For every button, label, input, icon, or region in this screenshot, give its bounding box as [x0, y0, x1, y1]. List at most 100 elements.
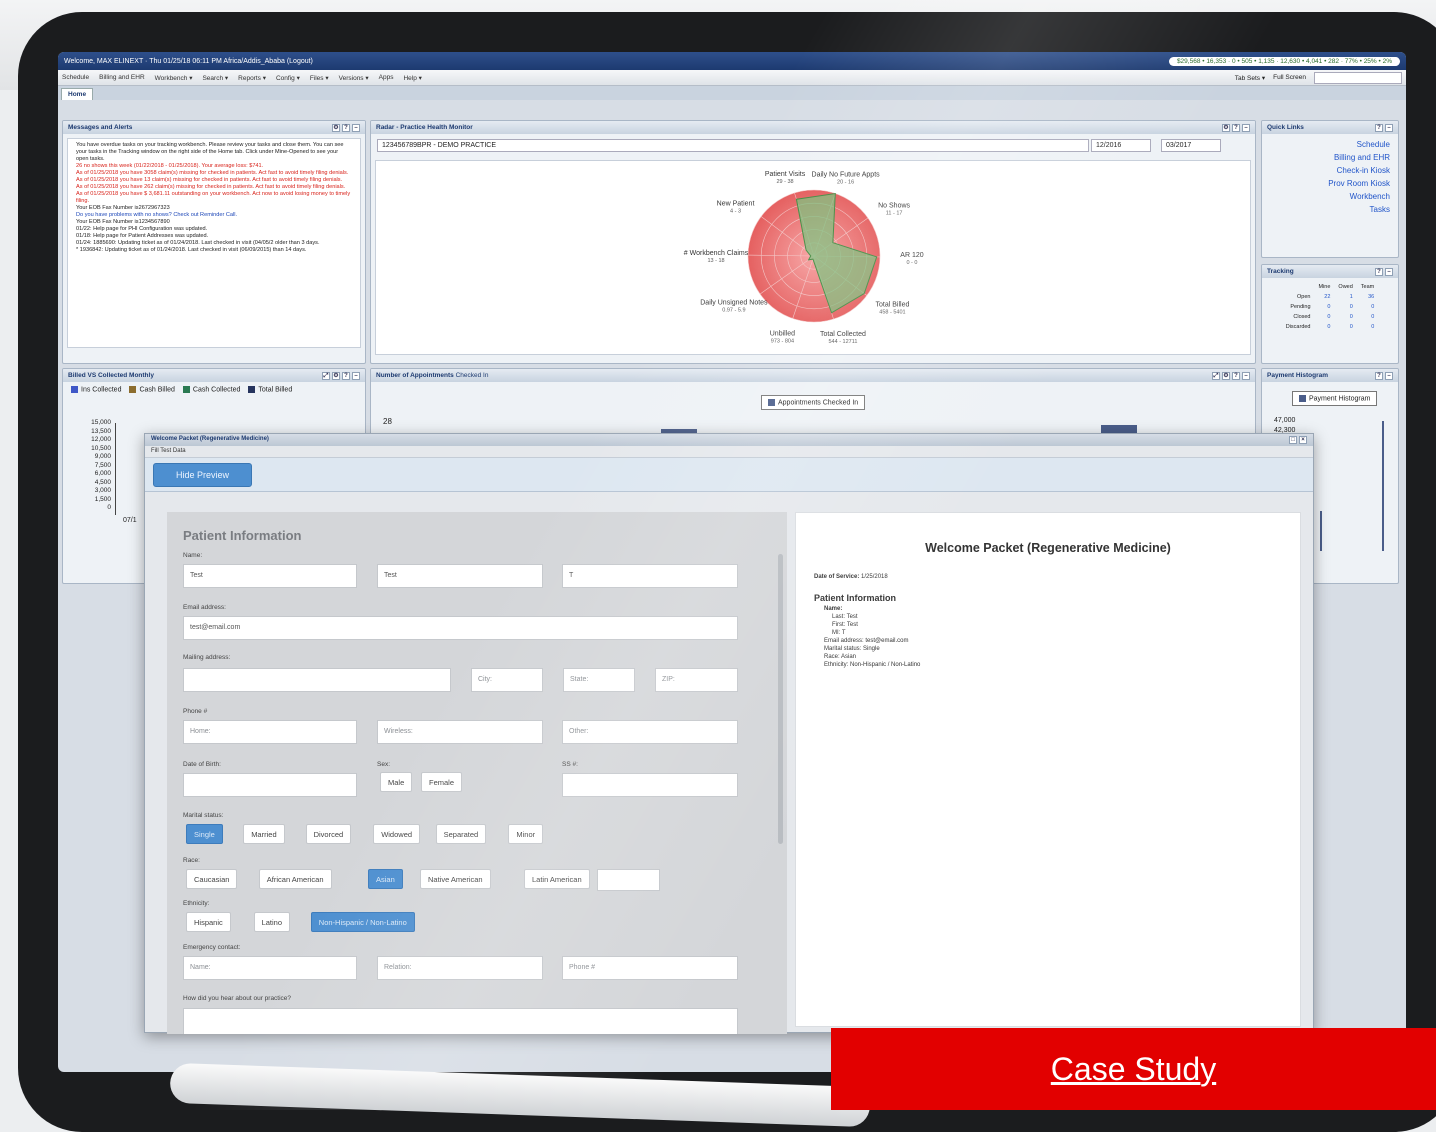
practice-select[interactable]: 123456789BPR - DEMO PRACTICE	[377, 139, 1089, 152]
tracking-count[interactable]: 0	[1334, 322, 1356, 332]
marital-option[interactable]: Single	[186, 824, 223, 844]
wireless-phone-field[interactable]: Wireless:	[377, 720, 543, 744]
tracking-count[interactable]: 0	[1315, 302, 1335, 312]
quick-link[interactable]: Check-in Kiosk	[1262, 164, 1398, 177]
last-name-field[interactable]: Test	[183, 564, 357, 588]
state-field[interactable]: State:	[563, 668, 635, 692]
tracking-count[interactable]: 22	[1315, 292, 1335, 302]
quick-link[interactable]: Billing and EHR	[1262, 151, 1398, 164]
tracking-count[interactable]: 0	[1334, 312, 1356, 322]
date-from-input[interactable]: 12/2016	[1091, 139, 1151, 152]
case-study-banner[interactable]: Case Study	[831, 1028, 1436, 1110]
settings-icon[interactable]: ⚙	[332, 372, 340, 380]
search-input[interactable]	[1314, 71, 1402, 84]
form-scrollbar[interactable]	[778, 554, 783, 844]
hear-about-field[interactable]	[183, 1008, 738, 1034]
minimize-icon[interactable]: –	[1242, 124, 1250, 132]
city-field[interactable]: City:	[471, 668, 543, 692]
race-option[interactable]: African American	[258, 869, 332, 889]
menu-help[interactable]: Help ▾	[403, 74, 421, 82]
ethnicity-option[interactable]: Latino	[253, 912, 291, 932]
middle-initial-field[interactable]: T	[562, 564, 738, 588]
help-icon[interactable]: ?	[342, 372, 350, 380]
tracking-count[interactable]: 0	[1315, 312, 1335, 322]
ethnicity-option[interactable]: Non-Hispanic / Non-Latino	[310, 912, 415, 932]
race-option[interactable]: Caucasian	[186, 869, 238, 889]
expand-icon[interactable]: ⤢	[322, 372, 330, 380]
marital-option[interactable]: Minor	[508, 824, 544, 844]
quick-link[interactable]: Workbench	[1262, 190, 1398, 203]
mailing-address-field[interactable]	[183, 668, 451, 692]
minimize-icon[interactable]: –	[1385, 124, 1393, 132]
welcome-text[interactable]: Welcome, MAX ELINEXT · Thu 01/25/18 06:1…	[64, 58, 313, 65]
menu-config[interactable]: Config ▾	[276, 74, 300, 82]
settings-icon[interactable]: ⚙	[1222, 372, 1230, 380]
minimize-icon[interactable]: –	[352, 124, 360, 132]
marital-option[interactable]: Married	[243, 824, 285, 844]
marital-option[interactable]: Divorced	[305, 824, 352, 844]
minimize-icon[interactable]: –	[1385, 372, 1393, 380]
marital-option[interactable]: Widowed	[373, 824, 421, 844]
ethnicity-option[interactable]: Hispanic	[186, 912, 231, 932]
quick-link[interactable]: Prov Room Kiosk	[1262, 177, 1398, 190]
tracking-count[interactable]: 36	[1357, 292, 1378, 302]
race-option[interactable]: Asian	[368, 869, 403, 889]
fill-test-data-link[interactable]: Fill Test Data	[145, 446, 1313, 458]
sex-male-option[interactable]: Male	[380, 772, 413, 792]
minimize-icon[interactable]: –	[1385, 268, 1393, 276]
settings-icon[interactable]: ⚙	[1222, 124, 1230, 132]
tracking-count[interactable]: 1	[1334, 292, 1356, 302]
menu-schedule[interactable]: Schedule	[62, 74, 89, 81]
billed-legend-item[interactable]: Total Billed	[248, 386, 292, 393]
menu-workbench[interactable]: Workbench ▾	[155, 74, 193, 82]
help-icon[interactable]: ?	[1375, 372, 1383, 380]
emergency-name-field[interactable]: Name:	[183, 956, 357, 980]
emergency-phone-field[interactable]: Phone #	[562, 956, 738, 980]
case-study-link[interactable]: Case Study	[1051, 1051, 1216, 1088]
quick-link[interactable]: Schedule	[1262, 138, 1398, 151]
menu-search[interactable]: Search ▾	[202, 74, 228, 82]
minimize-icon[interactable]: –	[352, 372, 360, 380]
zip-field[interactable]: ZIP:	[655, 668, 738, 692]
menu-apps[interactable]: Apps	[379, 74, 394, 81]
restore-icon[interactable]: □	[1289, 436, 1297, 444]
race-option[interactable]: Latin American	[524, 869, 590, 889]
menu-billing[interactable]: Billing and EHR	[99, 74, 145, 81]
email-field[interactable]: test@email.com	[183, 616, 738, 640]
emergency-relation-field[interactable]: Relation:	[377, 956, 543, 980]
billed-legend-item[interactable]: Cash Collected	[182, 386, 240, 393]
menu-files[interactable]: Files ▾	[310, 74, 329, 82]
minimize-icon[interactable]: –	[1242, 372, 1250, 380]
tab-home[interactable]: Home	[61, 88, 94, 100]
quick-link[interactable]: Tasks	[1262, 203, 1398, 216]
home-phone-field[interactable]: Home:	[183, 720, 357, 744]
help-icon[interactable]: ?	[1375, 124, 1383, 132]
help-icon[interactable]: ?	[1232, 372, 1240, 380]
tracking-count[interactable]: 0	[1357, 322, 1378, 332]
help-icon[interactable]: ?	[342, 124, 350, 132]
other-phone-field[interactable]: Other:	[562, 720, 738, 744]
ss-field[interactable]	[562, 773, 738, 797]
tracking-count[interactable]: 0	[1315, 322, 1335, 332]
tracking-count[interactable]: 0	[1357, 312, 1378, 322]
tracking-count[interactable]: 0	[1357, 302, 1378, 312]
dob-field[interactable]	[183, 773, 357, 797]
first-name-field[interactable]: Test	[377, 564, 543, 588]
help-icon[interactable]: ?	[1232, 124, 1240, 132]
settings-icon[interactable]: ⚙	[332, 124, 340, 132]
race-option[interactable]: Native American	[420, 869, 491, 889]
hide-preview-button[interactable]: Hide Preview	[153, 463, 253, 487]
sex-female-option[interactable]: Female	[421, 772, 463, 792]
full-screen-button[interactable]: Full Screen	[1273, 74, 1306, 81]
date-to-input[interactable]: 03/2017	[1161, 139, 1221, 152]
expand-icon[interactable]: ⤢	[1212, 372, 1220, 380]
billed-legend-item[interactable]: Cash Billed	[129, 386, 175, 393]
tracking-count[interactable]: 0	[1334, 302, 1356, 312]
tab-sets-menu[interactable]: Tab Sets ▾	[1235, 74, 1265, 82]
marital-option[interactable]: Separated	[435, 824, 487, 844]
race-other-field[interactable]	[597, 869, 660, 891]
close-icon[interactable]: ×	[1299, 436, 1307, 444]
menu-versions[interactable]: Versions ▾	[339, 74, 369, 82]
menu-reports[interactable]: Reports ▾	[238, 74, 266, 82]
help-icon[interactable]: ?	[1375, 268, 1383, 276]
